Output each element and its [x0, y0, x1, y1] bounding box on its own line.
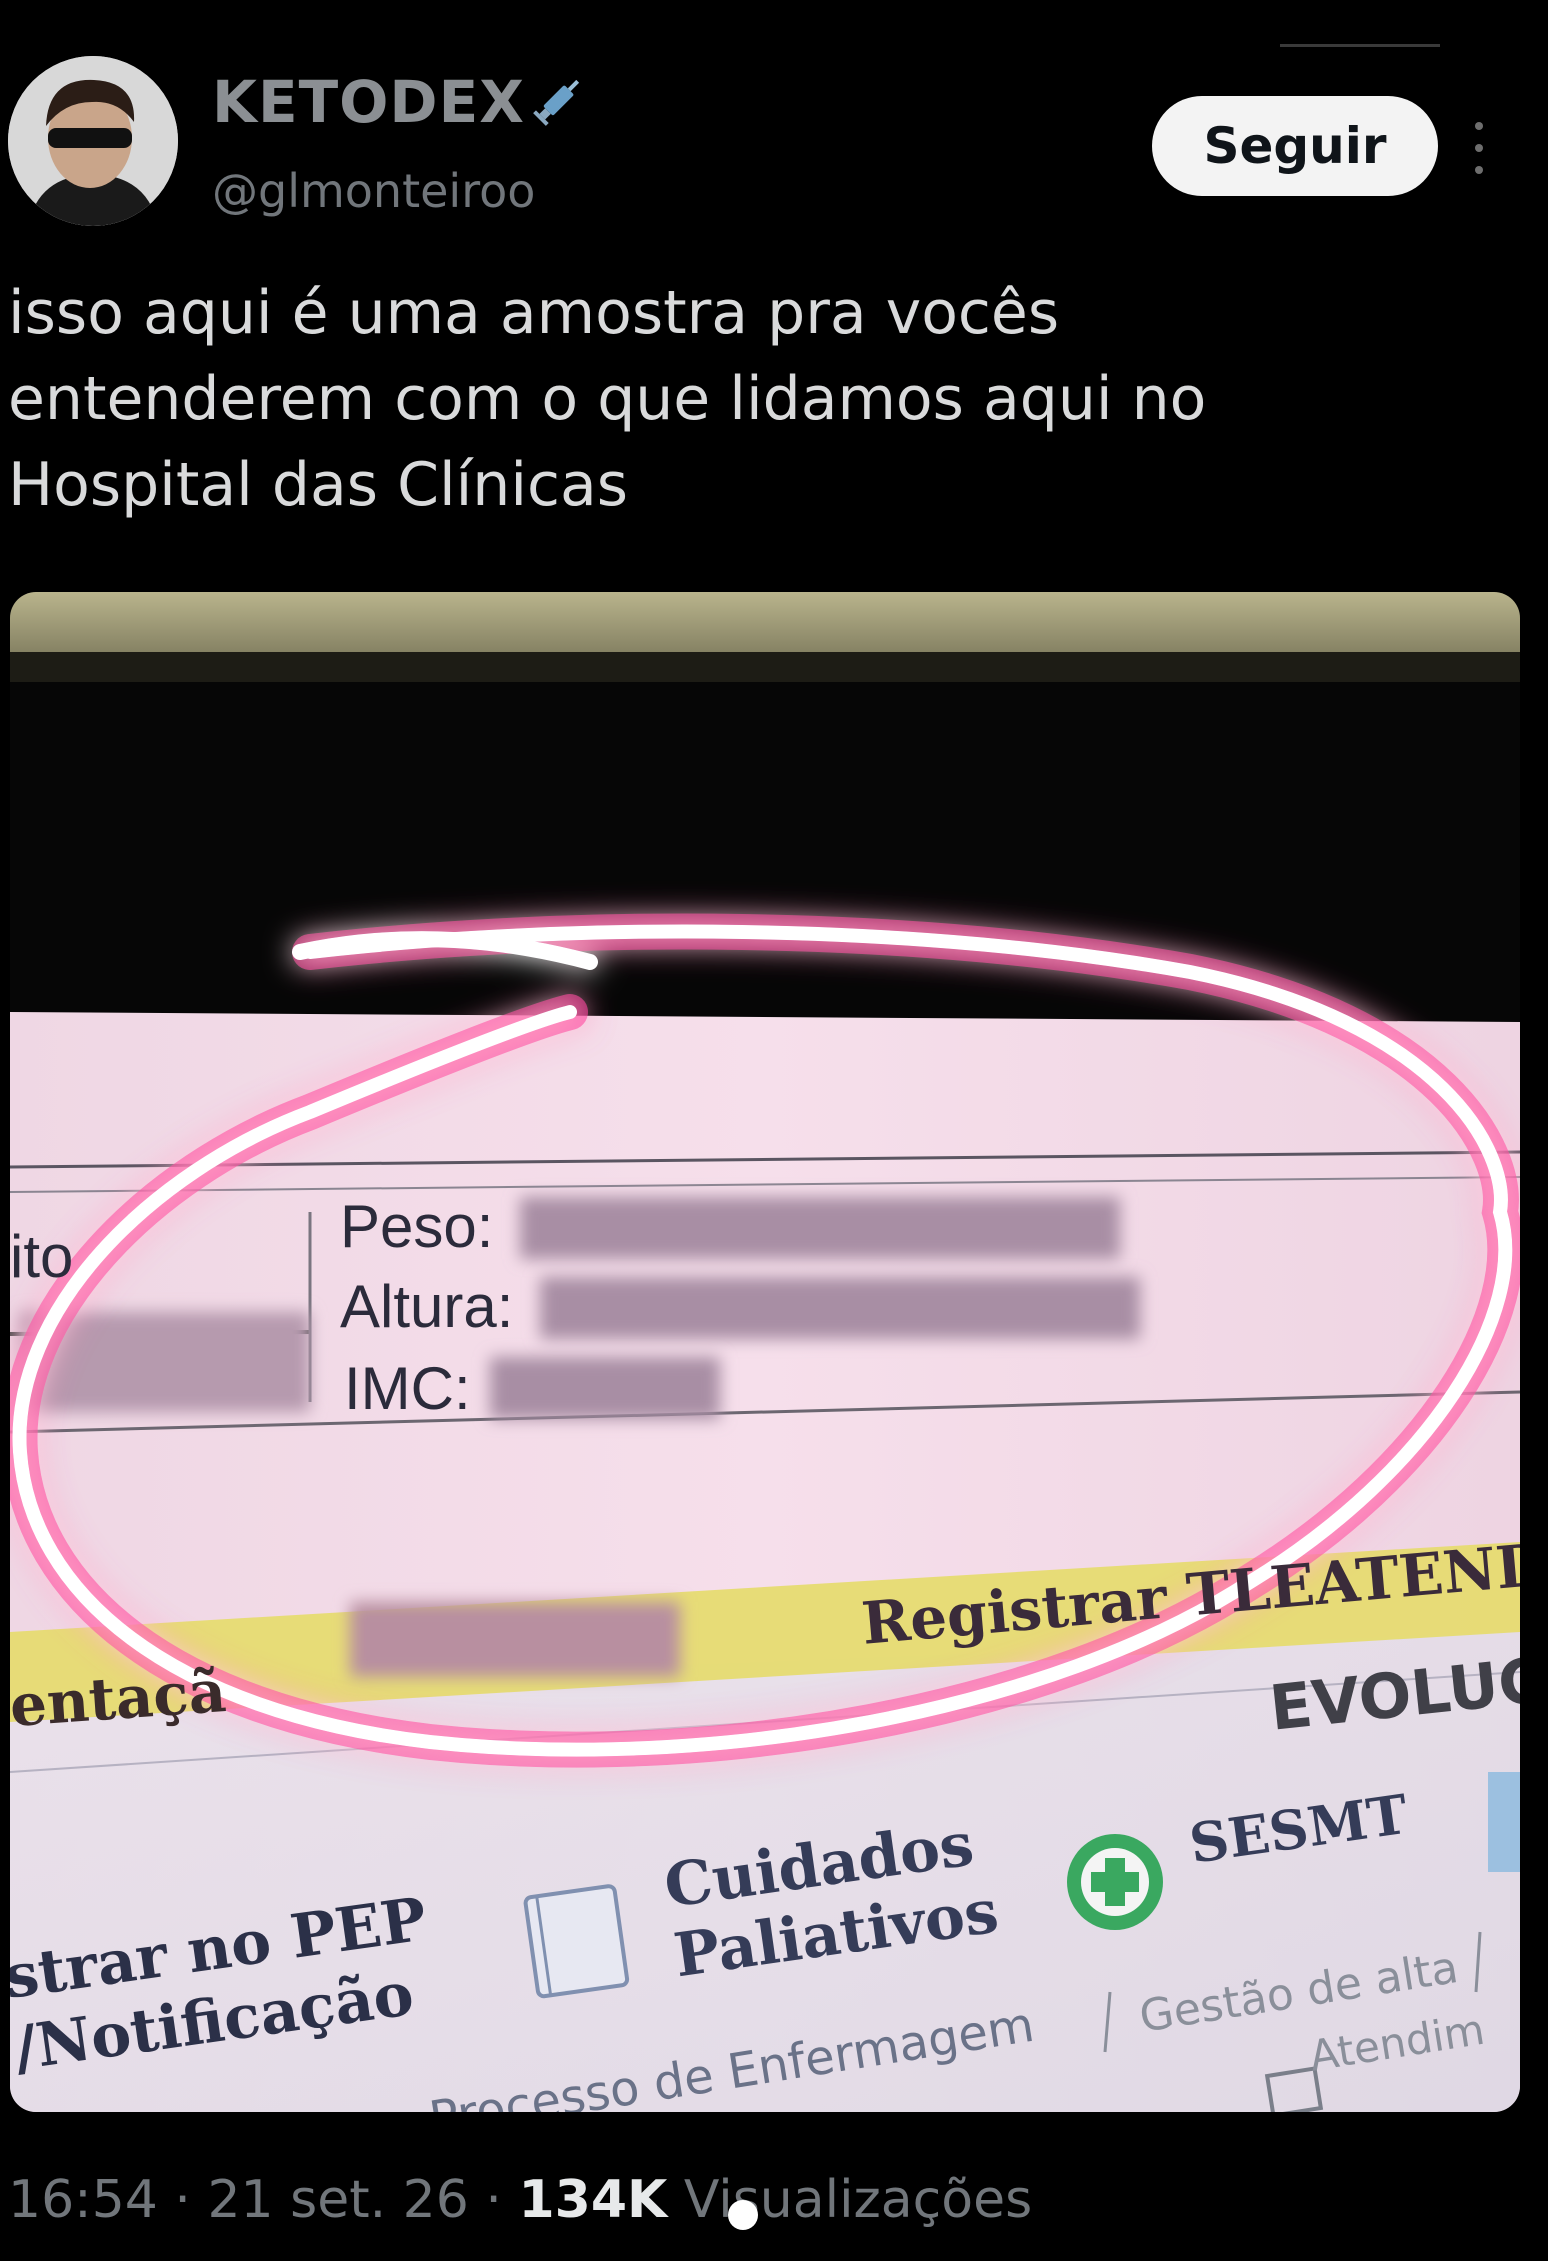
- syringe-icon: [529, 68, 591, 144]
- tweet-date[interactable]: 21 set. 26: [207, 2170, 468, 2230]
- avatar[interactable]: [8, 56, 178, 226]
- carousel-dot[interactable]: [728, 2200, 758, 2230]
- tweet-image[interactable]: ito Peso: Altura: IMC: Registrar TLEATEN…: [10, 592, 1520, 2112]
- tweet-meta: 16:54 · 21 set. 26 · 134K Visualizações: [8, 2170, 1033, 2230]
- more-options-icon[interactable]: [1472, 122, 1486, 182]
- field-label-partial: ito: [10, 1223, 74, 1290]
- field-label-peso: Peso:: [340, 1193, 494, 1260]
- views-count: 134K: [518, 2170, 668, 2230]
- follow-button[interactable]: Seguir: [1152, 96, 1438, 196]
- tweet-time[interactable]: 16:54: [8, 2170, 158, 2230]
- field-label-altura: Altura:: [340, 1273, 514, 1340]
- username[interactable]: @glmonteiroo: [212, 164, 535, 218]
- top-divider: [1280, 44, 1440, 47]
- field-label-imc: IMC:: [344, 1355, 471, 1422]
- tweet-text: isso aqui é uma amostra pra vocês entend…: [8, 278, 1207, 520]
- display-name[interactable]: KETODEX: [212, 68, 591, 144]
